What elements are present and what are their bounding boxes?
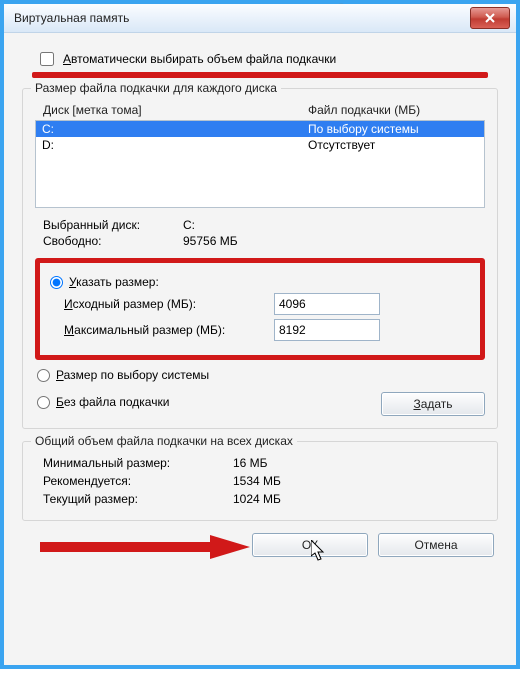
free-space-label: Свободно: bbox=[43, 234, 183, 248]
pagefile-cell: Отсутствует bbox=[308, 138, 478, 152]
drive-list[interactable]: C: По выбору системы D: Отсутствует bbox=[35, 120, 485, 208]
group-per-disk-legend: Размер файла подкачки для каждого диска bbox=[31, 81, 281, 95]
group-total-legend: Общий объем файла подкачки на всех диска… bbox=[31, 434, 297, 448]
dialog-window: ironfriends.ru Виртуальная память Автома… bbox=[0, 0, 520, 669]
radio-custom-size[interactable] bbox=[50, 276, 63, 289]
dialog-button-row: ОК Отмена bbox=[22, 533, 498, 557]
radio-no-pagefile-label: Без файла подкачки bbox=[56, 395, 169, 409]
free-space-value: 95756 МБ bbox=[183, 234, 238, 248]
drive-list-headers: Диск [метка тома] Файл подкачки (МБ) bbox=[43, 103, 483, 117]
dialog-content: Автоматически выбирать объем файла подка… bbox=[4, 33, 516, 571]
min-size-label: Минимальный размер: bbox=[43, 456, 233, 470]
radio-system-managed-label: Размер по выбору системы bbox=[56, 368, 209, 382]
drive-row[interactable]: C: По выбору системы bbox=[36, 121, 484, 137]
close-button[interactable] bbox=[470, 7, 510, 29]
auto-manage-checkbox[interactable] bbox=[40, 52, 54, 66]
titlebar: Виртуальная память bbox=[4, 4, 516, 33]
drive-row[interactable]: D: Отсутствует bbox=[36, 137, 484, 153]
header-drive: Диск [метка тома] bbox=[43, 103, 308, 117]
current-size-value: 1024 МБ bbox=[233, 492, 281, 506]
annotation-underline bbox=[32, 72, 488, 78]
ok-button[interactable]: ОК bbox=[252, 533, 368, 557]
selected-drive-value: C: bbox=[183, 218, 195, 232]
recommended-label: Рекомендуется: bbox=[43, 474, 233, 488]
group-total: Общий объем файла подкачки на всех диска… bbox=[22, 441, 498, 521]
current-size-label: Текущий размер: bbox=[43, 492, 233, 506]
recommended-value: 1534 МБ bbox=[233, 474, 281, 488]
radio-no-pagefile[interactable] bbox=[37, 396, 50, 409]
header-pagefile: Файл подкачки (МБ) bbox=[308, 103, 483, 117]
radio-custom-size-label: Указать размер: bbox=[69, 275, 159, 289]
maximum-size-label: Максимальный размер (МБ): bbox=[64, 323, 274, 337]
cancel-button[interactable]: Отмена bbox=[378, 533, 494, 557]
annotation-box: Указать размер: Исходный размер (МБ): Ма… bbox=[35, 258, 485, 360]
initial-size-label: Исходный размер (МБ): bbox=[64, 297, 274, 311]
close-icon bbox=[485, 13, 495, 23]
min-size-value: 16 МБ bbox=[233, 456, 268, 470]
pagefile-cell: По выбору системы bbox=[308, 122, 478, 136]
maximum-size-input[interactable] bbox=[274, 319, 380, 341]
initial-size-input[interactable] bbox=[274, 293, 380, 315]
window-title: Виртуальная память bbox=[14, 11, 129, 25]
auto-manage-label: Автоматически выбирать объем файла подка… bbox=[63, 52, 336, 66]
selected-drive-label: Выбранный диск: bbox=[43, 218, 183, 232]
drive-cell: D: bbox=[42, 138, 308, 152]
annotation-arrow bbox=[40, 535, 250, 559]
drive-cell: C: bbox=[42, 122, 308, 136]
group-per-disk: Размер файла подкачки для каждого диска … bbox=[22, 88, 498, 429]
radio-system-managed[interactable] bbox=[37, 369, 50, 382]
set-button[interactable]: Задать bbox=[381, 392, 485, 416]
